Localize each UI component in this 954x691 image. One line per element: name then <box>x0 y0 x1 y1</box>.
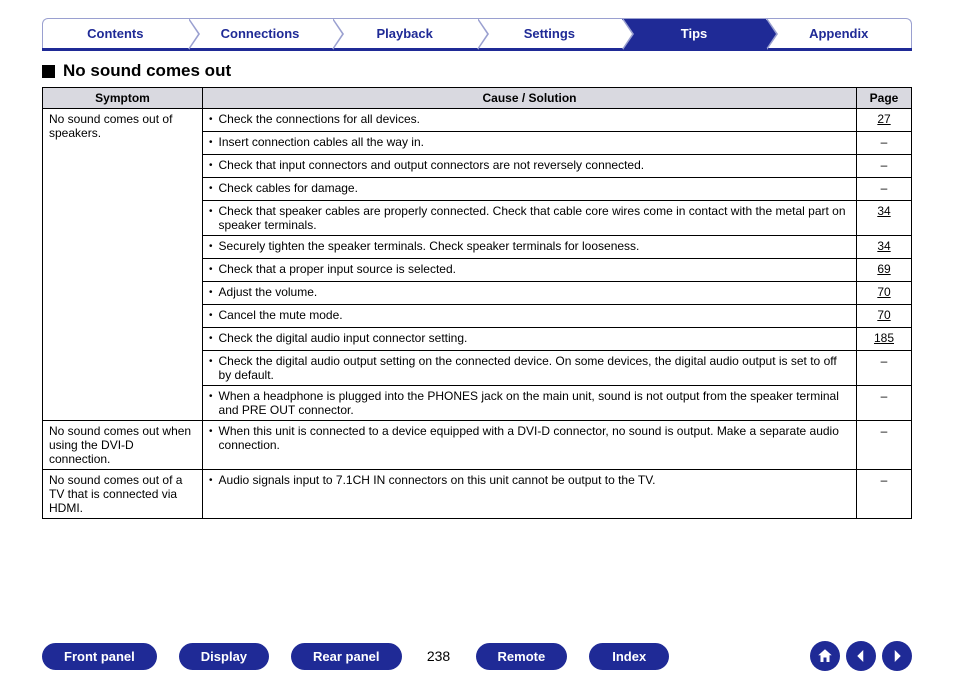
table-row: No sound comes out of speakers.Check the… <box>43 109 912 132</box>
page-cell: – <box>857 386 912 421</box>
nav-icon-group <box>810 641 912 671</box>
cause-cell: Cancel the mute mode. <box>203 305 857 328</box>
cause-text: When a headphone is plugged into the PHO… <box>209 389 850 417</box>
page-cell[interactable]: 34 <box>857 201 912 236</box>
cause-text: When this unit is connected to a device … <box>209 424 850 452</box>
cause-text: Securely tighten the speaker terminals. … <box>209 239 850 255</box>
symptom-cell: No sound comes out of speakers. <box>43 109 203 421</box>
cause-text: Insert connection cables all the way in. <box>209 135 850 151</box>
page-number: 238 <box>424 648 454 664</box>
page-cell[interactable]: 27 <box>857 109 912 132</box>
cause-cell: Check that a proper input source is sele… <box>203 259 857 282</box>
cause-text: Cancel the mute mode. <box>209 308 850 324</box>
cause-cell: Check the digital audio output setting o… <box>203 351 857 386</box>
page-dash: – <box>863 473 905 487</box>
tab-contents[interactable]: Contents <box>42 18 188 48</box>
cause-cell: Check that speaker cables are properly c… <box>203 201 857 236</box>
page-dash: – <box>863 135 905 149</box>
th-symptom: Symptom <box>43 88 203 109</box>
cause-cell: Securely tighten the speaker terminals. … <box>203 236 857 259</box>
cause-text: Adjust the volume. <box>209 285 850 301</box>
cause-cell: Audio signals input to 7.1CH IN connecto… <box>203 470 857 519</box>
table-row: No sound comes out of a TV that is conne… <box>43 470 912 519</box>
page-dash: – <box>863 389 905 403</box>
page-cell: – <box>857 155 912 178</box>
page-cell: – <box>857 132 912 155</box>
cause-text: Check the digital audio output setting o… <box>209 354 850 382</box>
page-cell[interactable]: 70 <box>857 305 912 328</box>
cause-text: Check cables for damage. <box>209 181 850 197</box>
cause-cell: When a headphone is plugged into the PHO… <box>203 386 857 421</box>
tab-tips[interactable]: Tips <box>622 18 767 48</box>
page-dash: – <box>863 354 905 368</box>
cause-cell: Check the connections for all devices. <box>203 109 857 132</box>
tab-settings[interactable]: Settings <box>477 18 622 48</box>
page-link[interactable]: 34 <box>863 239 905 253</box>
prev-page-icon[interactable] <box>846 641 876 671</box>
cause-cell: Check the digital audio input connector … <box>203 328 857 351</box>
cause-cell: Check cables for damage. <box>203 178 857 201</box>
section-title-text: No sound comes out <box>63 61 231 81</box>
cause-text: Check the digital audio input connector … <box>209 331 850 347</box>
bottom-nav: Front panel Display Rear panel 238 Remot… <box>0 641 954 671</box>
nav-tabs: Contents Connections Playback Settings T… <box>42 18 912 51</box>
square-bullet-icon <box>42 65 55 78</box>
page-cell[interactable]: 69 <box>857 259 912 282</box>
page-dash: – <box>863 181 905 195</box>
symptom-cell: No sound comes out when using the DVI-D … <box>43 421 203 470</box>
page-dash: – <box>863 424 905 438</box>
cause-cell: Adjust the volume. <box>203 282 857 305</box>
page-dash: – <box>863 158 905 172</box>
cause-text: Check that speaker cables are properly c… <box>209 204 850 232</box>
page-cell[interactable]: 34 <box>857 236 912 259</box>
tab-connections[interactable]: Connections <box>188 18 333 48</box>
tab-appendix[interactable]: Appendix <box>766 18 912 48</box>
page-cell[interactable]: 70 <box>857 282 912 305</box>
troubleshoot-table: Symptom Cause / Solution Page No sound c… <box>42 87 912 519</box>
th-page: Page <box>857 88 912 109</box>
rear-panel-button[interactable]: Rear panel <box>291 643 401 670</box>
display-button[interactable]: Display <box>179 643 269 670</box>
remote-button[interactable]: Remote <box>476 643 568 670</box>
cause-text: Check that input connectors and output c… <box>209 158 850 174</box>
tab-playback[interactable]: Playback <box>332 18 477 48</box>
th-cause: Cause / Solution <box>203 88 857 109</box>
page-cell[interactable]: 185 <box>857 328 912 351</box>
page-link[interactable]: 185 <box>863 331 905 345</box>
cause-text: Audio signals input to 7.1CH IN connecto… <box>209 473 850 489</box>
page-cell: – <box>857 178 912 201</box>
page-link[interactable]: 27 <box>863 112 905 126</box>
cause-cell: Insert connection cables all the way in. <box>203 132 857 155</box>
cause-text: Check that a proper input source is sele… <box>209 262 850 278</box>
front-panel-button[interactable]: Front panel <box>42 643 157 670</box>
page-link[interactable]: 70 <box>863 308 905 322</box>
home-icon[interactable] <box>810 641 840 671</box>
section-title: No sound comes out <box>42 61 912 81</box>
page-cell: – <box>857 421 912 470</box>
next-page-icon[interactable] <box>882 641 912 671</box>
cause-cell: When this unit is connected to a device … <box>203 421 857 470</box>
page-cell: – <box>857 470 912 519</box>
index-button[interactable]: Index <box>589 643 669 670</box>
page-cell: – <box>857 351 912 386</box>
page-link[interactable]: 70 <box>863 285 905 299</box>
cause-text: Check the connections for all devices. <box>209 112 850 128</box>
page-link[interactable]: 69 <box>863 262 905 276</box>
cause-cell: Check that input connectors and output c… <box>203 155 857 178</box>
symptom-cell: No sound comes out of a TV that is conne… <box>43 470 203 519</box>
page-link[interactable]: 34 <box>863 204 905 218</box>
table-row: No sound comes out when using the DVI-D … <box>43 421 912 470</box>
